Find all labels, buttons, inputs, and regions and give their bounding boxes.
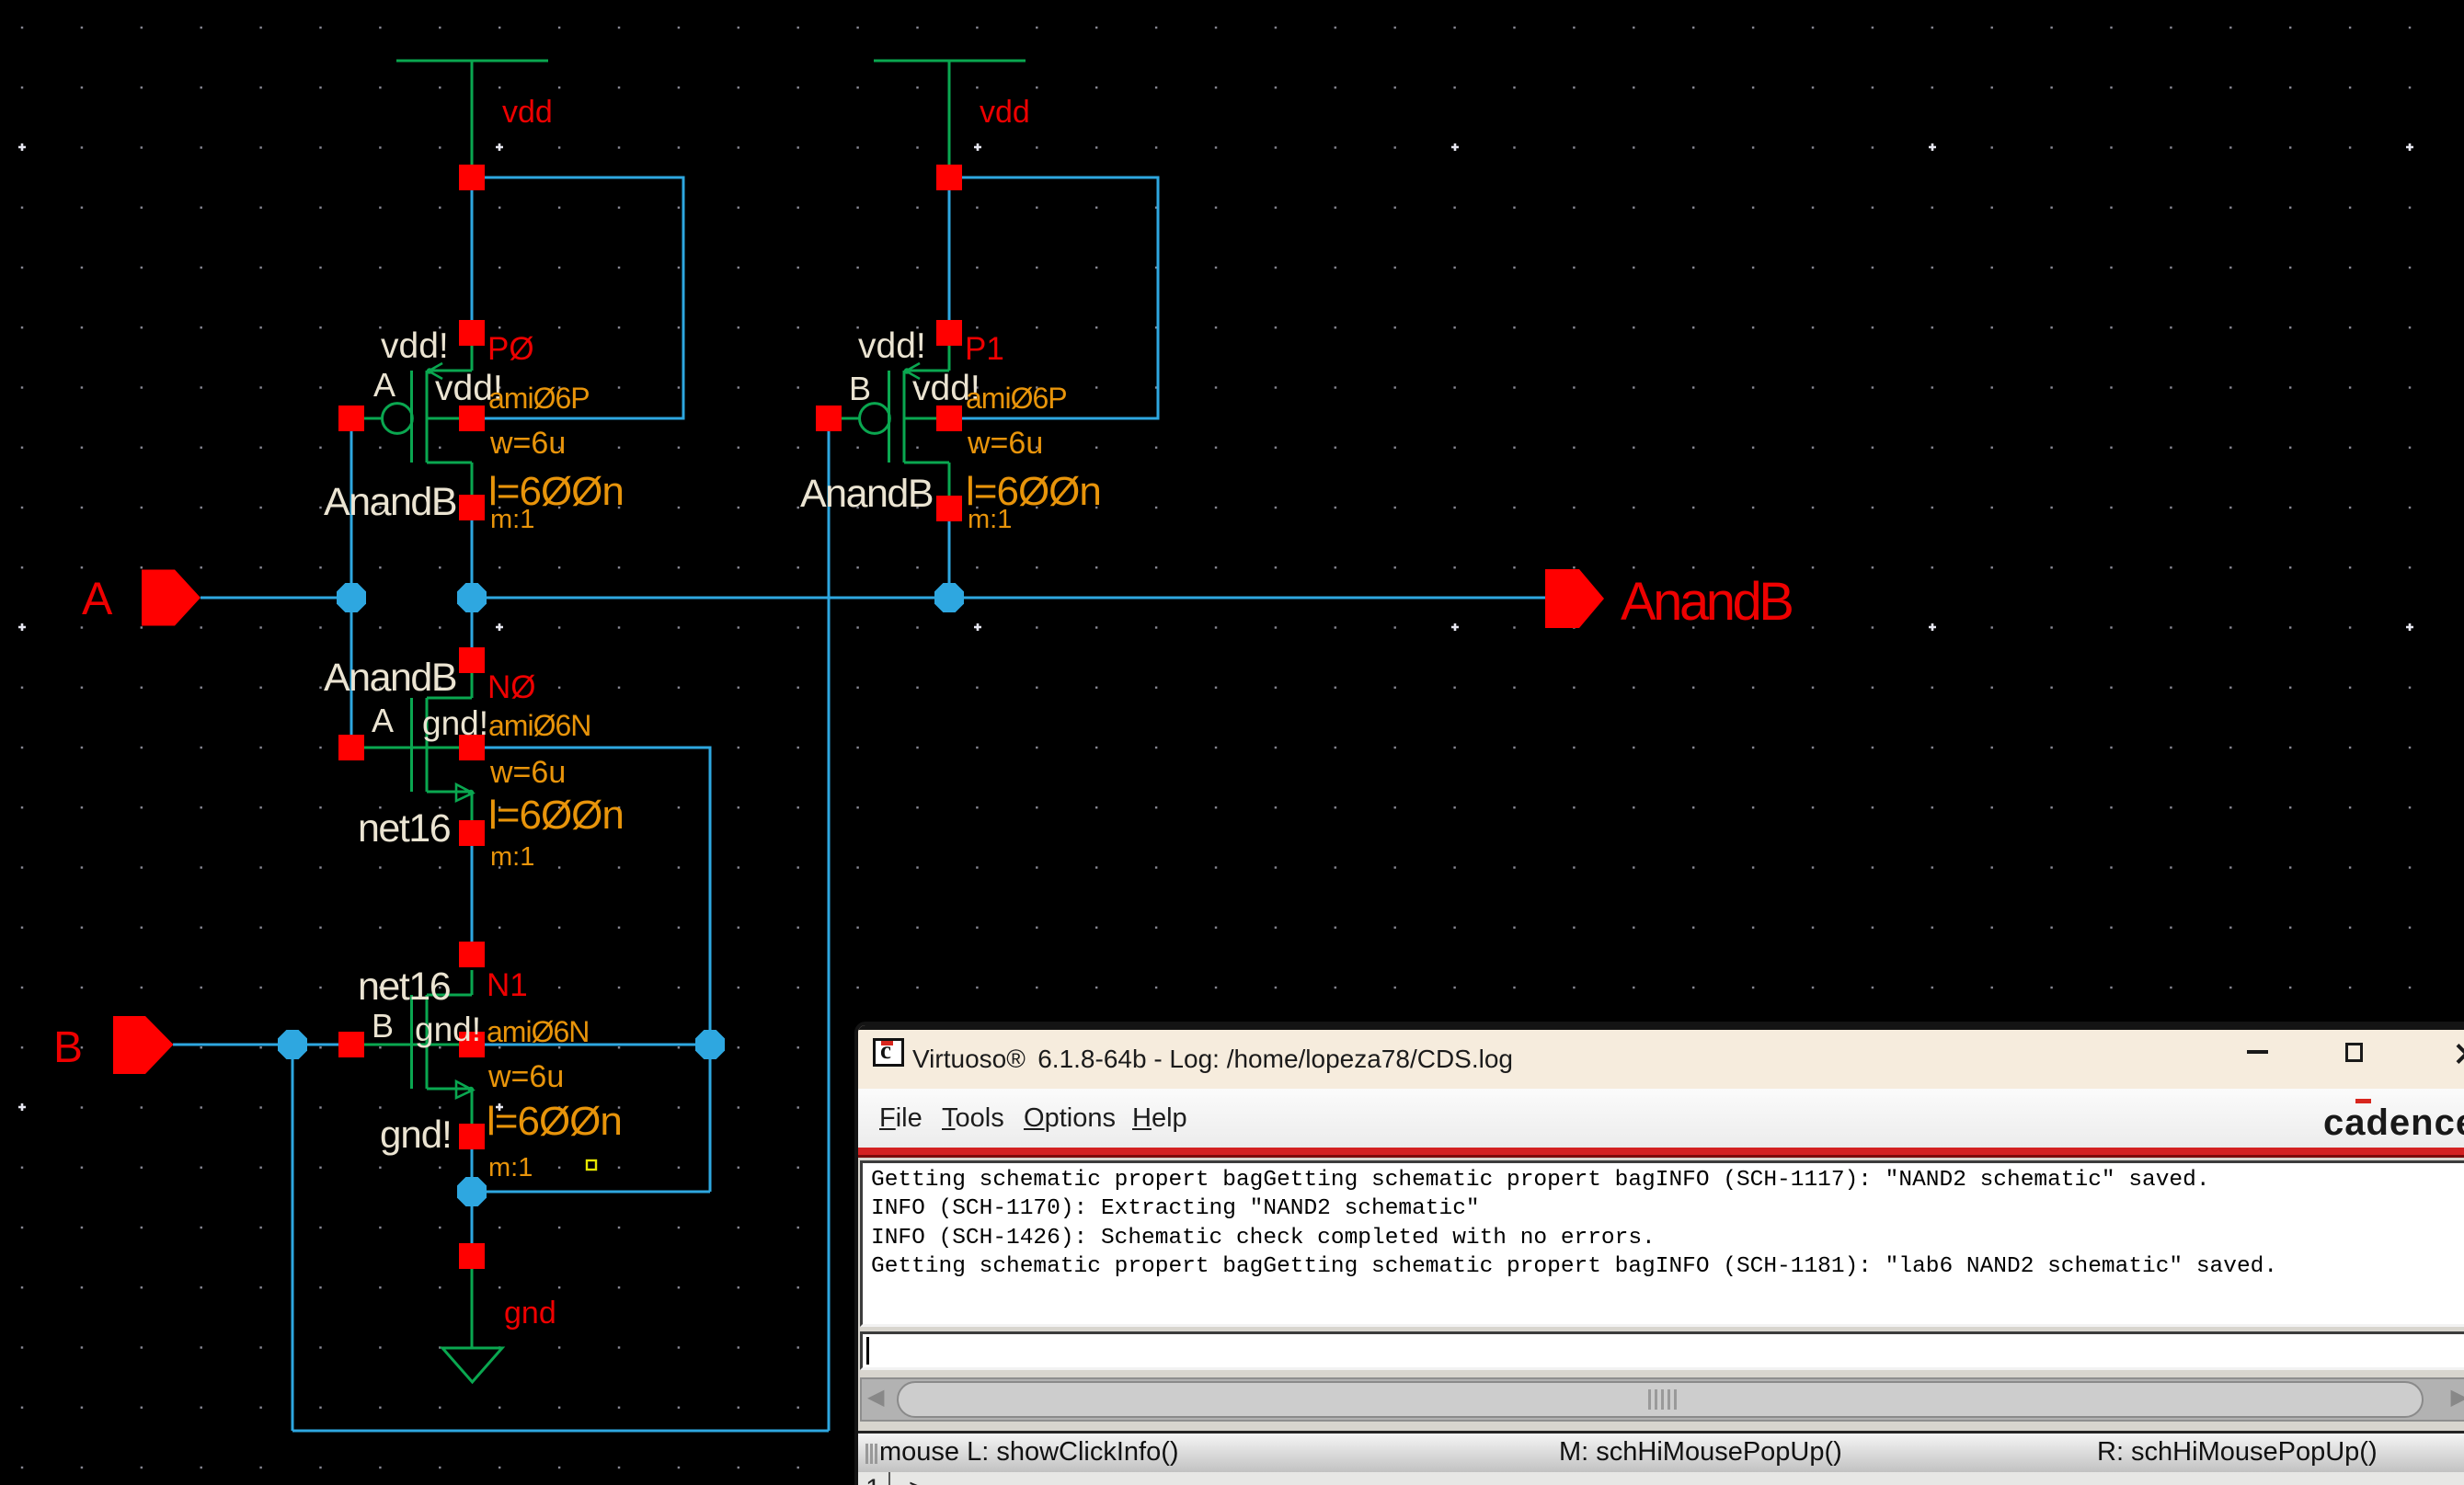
svg-text:gnd: gnd	[504, 1296, 556, 1331]
svg-text:w=6u: w=6u	[967, 426, 1043, 461]
svg-text:AnandB: AnandB	[324, 656, 456, 700]
svg-text:AnandB: AnandB	[800, 472, 933, 516]
svg-text:A: A	[373, 366, 395, 404]
svg-text:m:1: m:1	[968, 505, 1012, 534]
svg-text:m:1: m:1	[490, 505, 534, 534]
svg-text:w=6u: w=6u	[489, 426, 566, 461]
svg-text:amiØ6P: amiØ6P	[488, 382, 590, 415]
svg-text:net16: net16	[358, 965, 451, 1009]
svg-text:vdd: vdd	[502, 95, 553, 130]
svg-text:amiØ6N: amiØ6N	[487, 1015, 589, 1048]
svg-text:AnandB: AnandB	[324, 480, 456, 524]
svg-text:P1: P1	[965, 331, 1004, 367]
svg-text:PØ: PØ	[487, 331, 534, 367]
svg-text:B: B	[372, 1007, 394, 1045]
svg-text:A: A	[82, 573, 113, 624]
svg-text:vdd!: vdd!	[381, 326, 449, 366]
svg-text:B: B	[849, 370, 871, 407]
svg-text:m:1: m:1	[490, 842, 534, 872]
svg-text:AnandB: AnandB	[1621, 572, 1792, 632]
svg-text:net16: net16	[358, 806, 451, 851]
svg-text:amiØ6N: amiØ6N	[488, 709, 590, 742]
svg-text:m:1: m:1	[488, 1153, 533, 1182]
svg-text:l=6ØØn: l=6ØØn	[488, 793, 624, 838]
svg-text:gnd!: gnd!	[422, 704, 488, 742]
svg-text:NØ: NØ	[487, 669, 536, 705]
svg-text:w=6u: w=6u	[489, 755, 566, 790]
svg-text:gnd!: gnd!	[415, 1011, 481, 1048]
svg-text:vdd!: vdd!	[858, 326, 926, 366]
svg-text:gnd!: gnd!	[380, 1113, 452, 1156]
svg-text:amiØ6P: amiØ6P	[966, 382, 1067, 415]
svg-text:l=6ØØn: l=6ØØn	[487, 1099, 622, 1144]
svg-text:N1: N1	[487, 967, 528, 1003]
svg-text:B: B	[53, 1023, 83, 1072]
svg-text:A: A	[372, 702, 394, 739]
svg-text:vdd: vdd	[980, 95, 1030, 130]
svg-text:w=6u: w=6u	[487, 1059, 564, 1094]
